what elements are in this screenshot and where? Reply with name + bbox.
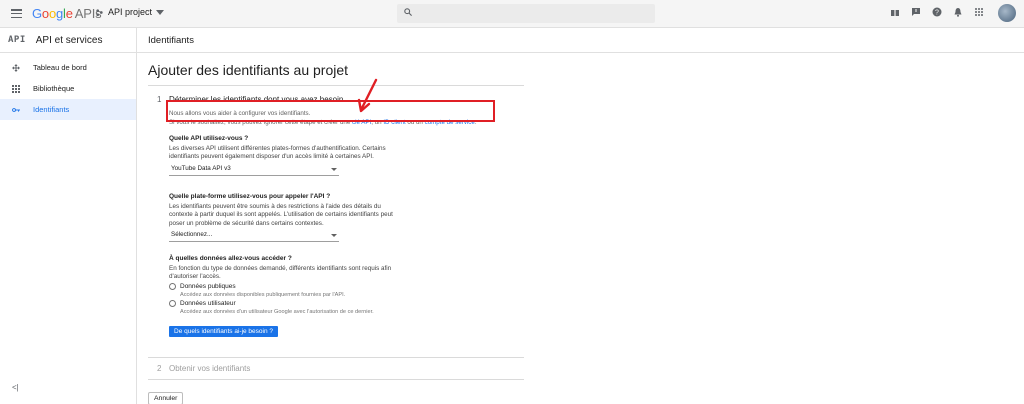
- avatar[interactable]: [998, 4, 1016, 22]
- dropdown-arrow-icon: [331, 234, 337, 238]
- sidebar-item-library[interactable]: Bibliothèque: [0, 78, 136, 99]
- svg-text:?: ?: [935, 10, 939, 17]
- api-badge: API: [8, 35, 26, 45]
- dropdown-arrow-icon: [331, 167, 337, 171]
- top-app-bar: Google APIs API project ?: [0, 0, 1024, 28]
- feedback-icon[interactable]: [911, 7, 921, 17]
- cancel-button[interactable]: Annuler: [148, 391, 184, 404]
- apps-icon[interactable]: [974, 7, 984, 17]
- page-header-title: Identifiants: [148, 34, 194, 46]
- annotation-arrow: [357, 78, 378, 113]
- api-select-value: YouTube Data API v3: [171, 164, 231, 172]
- sidebar-header: API API et services: [0, 28, 136, 53]
- project-selector[interactable]: API project: [95, 7, 165, 17]
- platform-select[interactable]: Sélectionnez...: [169, 231, 339, 243]
- divider: [148, 378, 524, 380]
- radio-button[interactable]: [169, 282, 176, 290]
- page-header: Identifiants: [137, 28, 1024, 53]
- radio-button[interactable]: [169, 299, 176, 307]
- radio-public-description: Accédez aux données disponibles publique…: [180, 291, 346, 298]
- api-select[interactable]: YouTube Data API v3: [169, 165, 339, 176]
- collapse-sidebar-button[interactable]: <|: [12, 383, 19, 392]
- sidebar: API API et services Tableau de bord Bibl…: [0, 28, 137, 404]
- annotation-highlight-box: [166, 100, 495, 122]
- api-question-description: Les diverses API utilisent différentes p…: [169, 145, 386, 161]
- sidebar-item-dashboard[interactable]: Tableau de bord: [0, 57, 136, 78]
- radio-user-description: Accédez aux données d'un utilisateur Goo…: [180, 308, 374, 315]
- dashboard-icon: [12, 63, 20, 72]
- radio-public-label: Données publiques: [180, 282, 236, 290]
- notifications-icon[interactable]: [953, 7, 963, 17]
- step-2: 2 Obtenir vos identifiants: [148, 364, 528, 373]
- data-question: À quelles données allez-vous accéder ?: [169, 255, 292, 263]
- platform-question-section: Quelle plate-forme utilisez-vous pour ap…: [169, 192, 528, 243]
- project-dots-icon: [96, 8, 103, 16]
- search-input[interactable]: [397, 4, 655, 23]
- api-question: Quelle API utilisez-vous ?: [169, 135, 249, 142]
- sidebar-item-label: Tableau de bord: [33, 63, 87, 72]
- sidebar-item-label: Identifiants: [33, 105, 70, 114]
- which-credentials-button[interactable]: De quels identifiants ai-je besoin ?: [169, 325, 279, 337]
- help-icon[interactable]: ?: [932, 7, 942, 17]
- step-number: 2: [157, 363, 162, 373]
- platform-select-value: Sélectionnez...: [171, 231, 213, 239]
- google-apis-logo[interactable]: Google APIs: [32, 6, 102, 21]
- data-question-description: En fonction du type de données demandé, …: [169, 265, 392, 281]
- divider: [148, 356, 524, 358]
- platform-question-description: Les identifiants peuvent être soumis à d…: [169, 202, 393, 227]
- platform-question: Quelle plate-forme utilisez-vous pour ap…: [169, 192, 331, 200]
- gift-icon[interactable]: [890, 7, 900, 17]
- radio-user-data[interactable]: Données utilisateur: [169, 299, 528, 307]
- library-icon: [12, 84, 20, 93]
- sidebar-item-label: Bibliothèque: [33, 84, 75, 93]
- radio-public-data[interactable]: Données publiques: [169, 282, 528, 290]
- data-question-section: À quelles données allez-vous accéder ? E…: [169, 255, 528, 338]
- sidebar-title: API et services: [35, 34, 103, 46]
- radio-user-label: Données utilisateur: [180, 299, 236, 307]
- key-icon: [12, 106, 20, 114]
- project-name: API project: [108, 7, 153, 17]
- chevron-down-icon: [156, 9, 165, 15]
- page-title: Ajouter des identifiants au projet: [148, 62, 524, 86]
- step-title: Obtenir vos identifiants: [169, 363, 251, 373]
- sidebar-item-credentials[interactable]: Identifiants: [0, 99, 136, 120]
- api-question-section: Quelle API utilisez-vous ? Les diverses …: [169, 135, 528, 176]
- main-content: Ajouter des identifiants au projet 1 Dét…: [148, 53, 528, 404]
- search-icon: [404, 8, 412, 16]
- menu-icon[interactable]: [11, 9, 22, 19]
